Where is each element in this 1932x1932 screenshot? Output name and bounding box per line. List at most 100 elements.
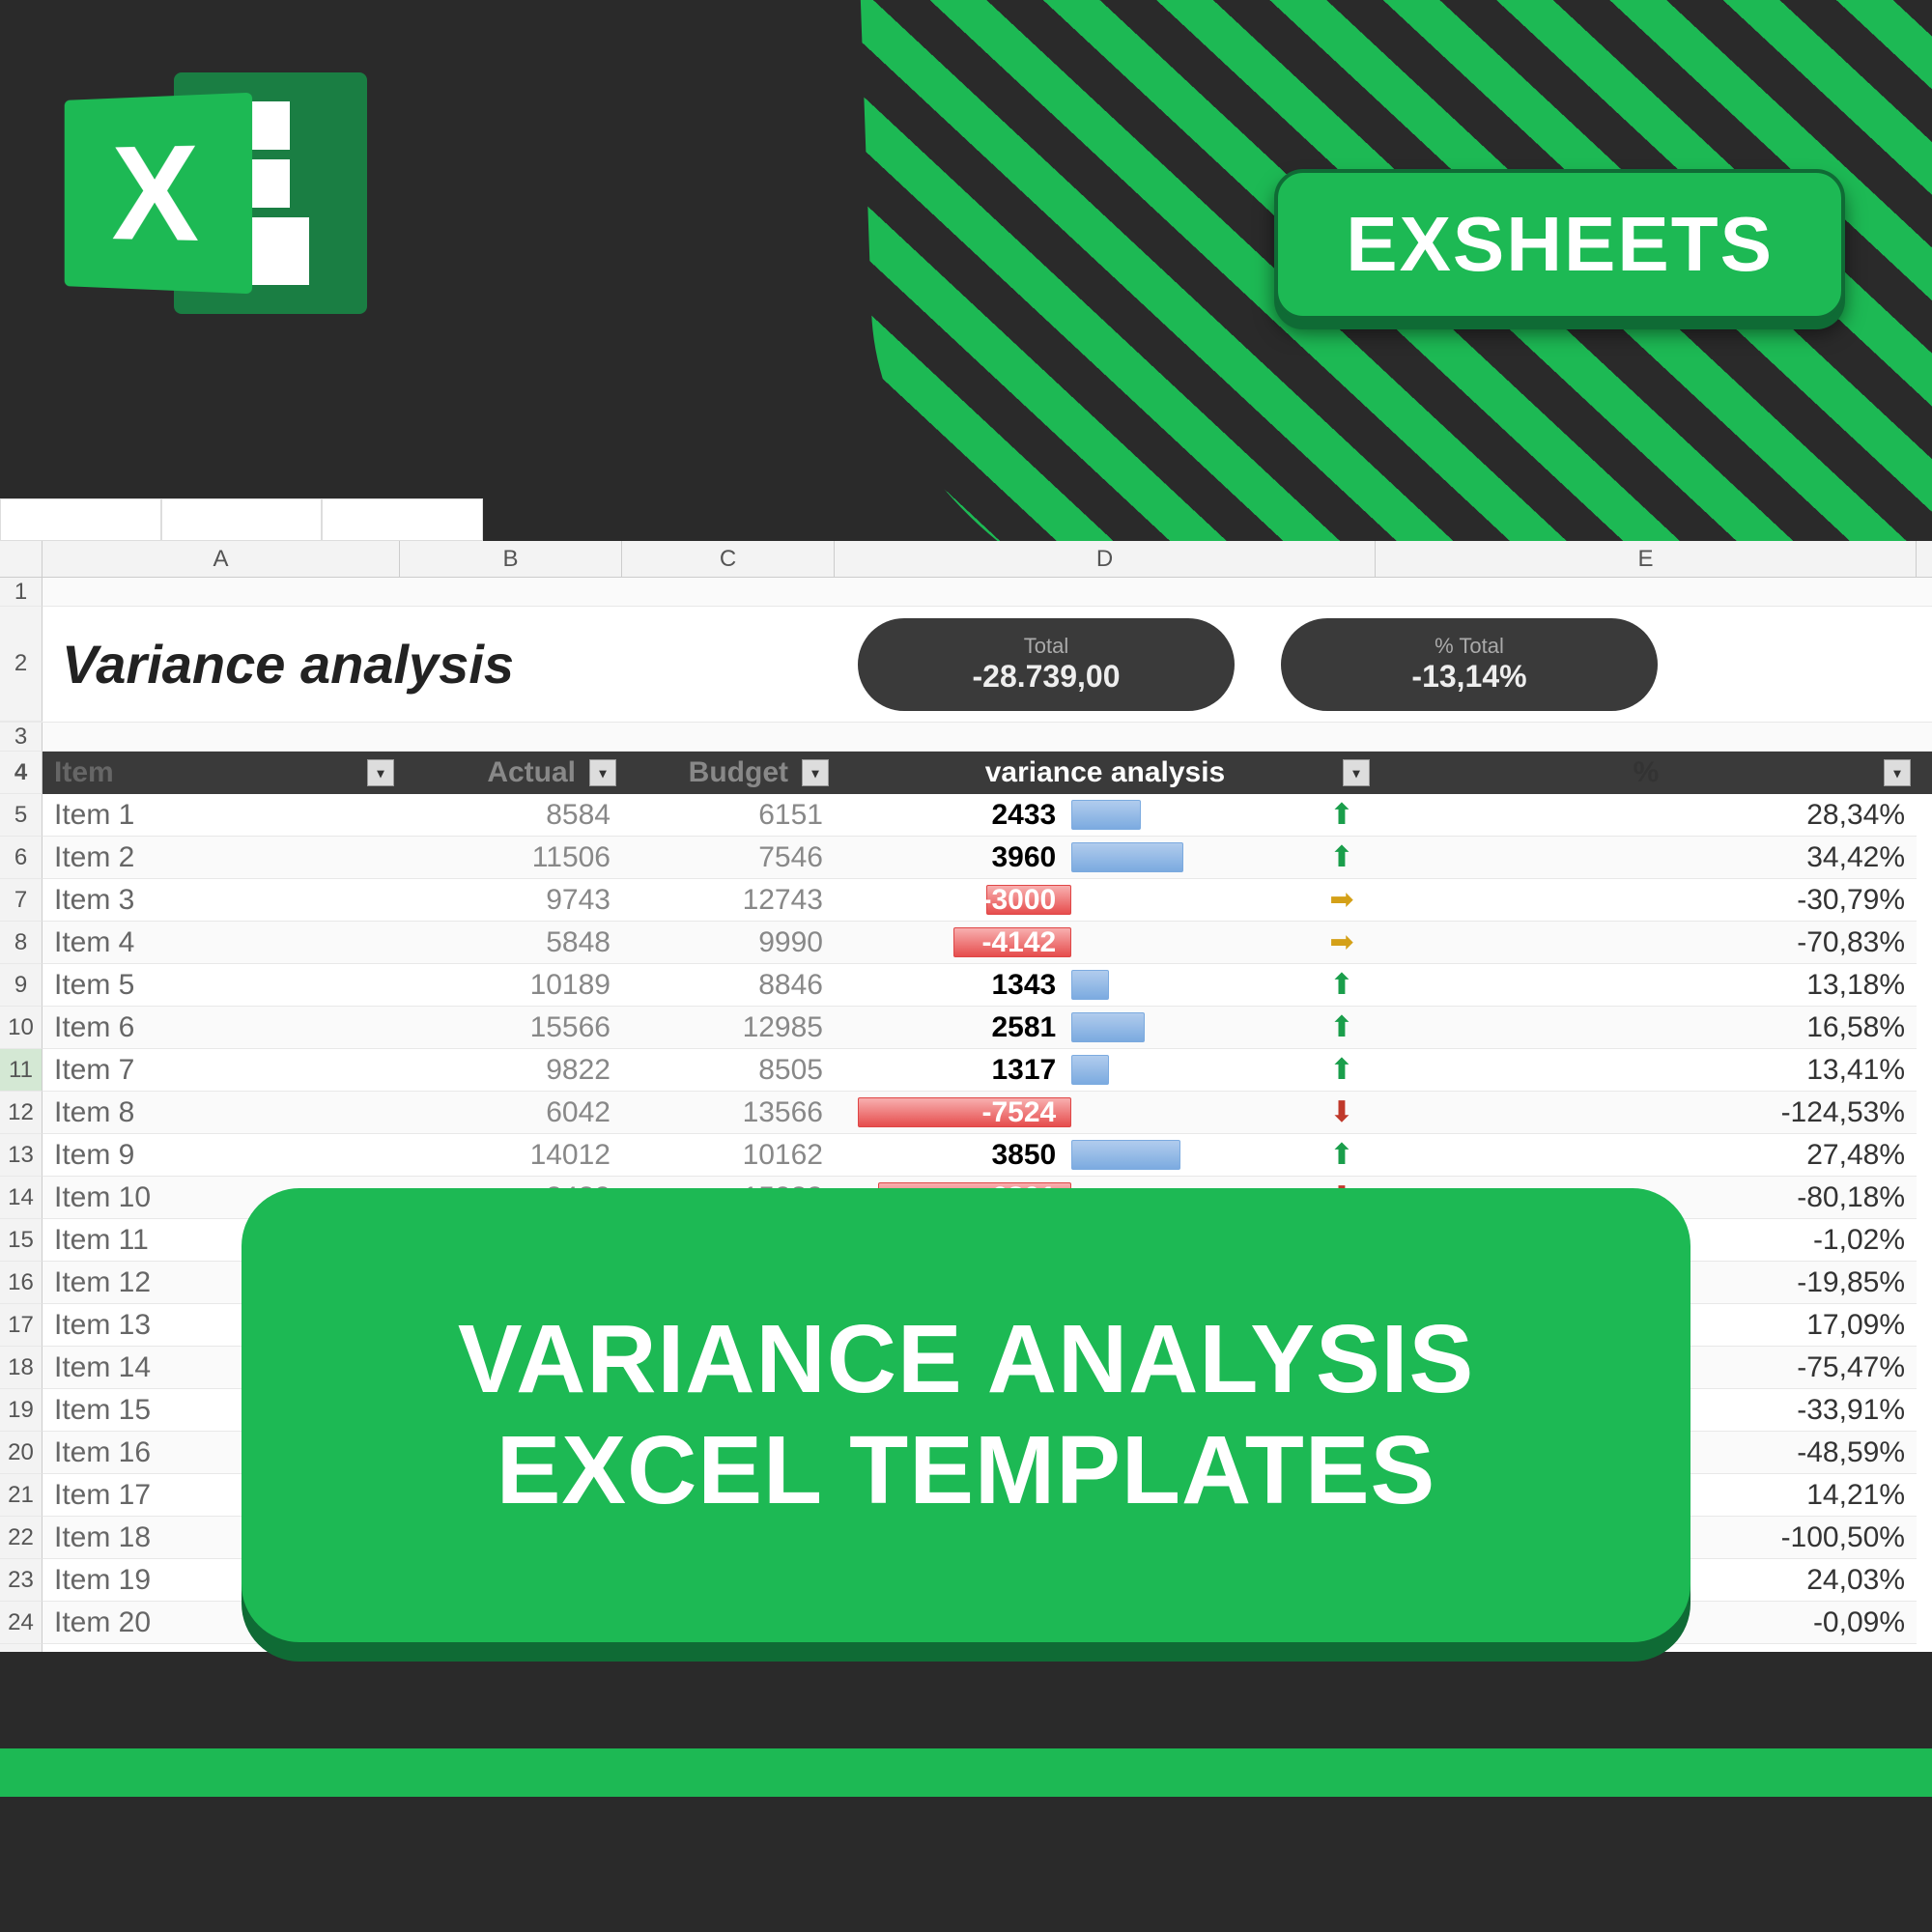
actual-cell[interactable]: 9743 xyxy=(400,879,622,922)
variance-bar xyxy=(1071,800,1141,830)
variance-cell[interactable] xyxy=(835,1644,1376,1652)
item-cell[interactable]: Item 3 xyxy=(43,879,400,922)
variance-cell[interactable]: -7524⬇ xyxy=(835,1092,1376,1134)
pct-cell[interactable]: 27,48% xyxy=(1376,1134,1917,1177)
row-number[interactable]: 10 xyxy=(0,1007,43,1049)
header-variance: variance analysis xyxy=(985,756,1226,789)
item-cell[interactable]: Item 4 xyxy=(43,922,400,964)
variance-cell[interactable]: -3000➡ xyxy=(835,879,1376,922)
budget-cell[interactable]: 10162 xyxy=(622,1134,835,1177)
row-number[interactable]: 15 xyxy=(0,1219,43,1262)
actual-cell[interactable]: 6042 xyxy=(400,1092,622,1134)
pct-cell[interactable]: -70,83% xyxy=(1376,922,1917,964)
budget-cell[interactable]: 12985 xyxy=(622,1007,835,1049)
budget-cell[interactable]: 9990 xyxy=(622,922,835,964)
actual-cell[interactable]: 10189 xyxy=(400,964,622,1007)
budget-cell[interactable]: 8846 xyxy=(622,964,835,1007)
header-budget: Budget xyxy=(689,756,788,789)
row-number[interactable]: 25 xyxy=(0,1644,43,1652)
row-number[interactable]: 6 xyxy=(0,837,43,879)
row-number[interactable]: 23 xyxy=(0,1559,43,1602)
actual-cell[interactable]: 5848 xyxy=(400,922,622,964)
pct-cell[interactable]: 2,23% xyxy=(1376,1644,1917,1652)
col-letter[interactable]: D xyxy=(835,541,1376,577)
row-number[interactable]: 8 xyxy=(0,922,43,964)
pct-cell[interactable]: 28,34% xyxy=(1376,794,1917,837)
filter-button[interactable]: ▾ xyxy=(1343,759,1370,786)
row-number[interactable]: 7 xyxy=(0,879,43,922)
arrow-up-icon: ⬆ xyxy=(1308,840,1376,874)
row-number[interactable]: 3 xyxy=(0,723,43,752)
item-cell[interactable]: Item 1 xyxy=(43,794,400,837)
budget-cell[interactable]: 8505 xyxy=(622,1049,835,1092)
row-number[interactable]: 11 xyxy=(0,1049,43,1092)
variance-cell[interactable]: 1343⬆ xyxy=(835,964,1376,1007)
pct-cell[interactable]: -124,53% xyxy=(1376,1092,1917,1134)
row-number[interactable]: 20 xyxy=(0,1432,43,1474)
item-cell[interactable]: Item 9 xyxy=(43,1134,400,1177)
row-number[interactable]: 18 xyxy=(0,1347,43,1389)
col-letter[interactable]: A xyxy=(43,541,400,577)
row-number[interactable]: 4 xyxy=(0,752,43,794)
actual-cell[interactable]: 8584 xyxy=(400,794,622,837)
row-number[interactable]: 9 xyxy=(0,964,43,1007)
item-cell[interactable]: Item 2 xyxy=(43,837,400,879)
variance-cell[interactable]: 2581⬆ xyxy=(835,1007,1376,1049)
variance-value: 3960 xyxy=(985,841,1062,874)
filter-button[interactable]: ▾ xyxy=(589,759,616,786)
table-row: 7Item 3974312743-3000➡-30,79% xyxy=(0,879,1932,922)
row-number[interactable]: 12 xyxy=(0,1092,43,1134)
pct-cell[interactable]: 13,18% xyxy=(1376,964,1917,1007)
actual-cell[interactable]: 11506 xyxy=(400,837,622,879)
filter-button[interactable]: ▾ xyxy=(367,759,394,786)
row-number[interactable]: 13 xyxy=(0,1134,43,1177)
variance-cell[interactable]: 3960 ⬆ xyxy=(835,837,1376,879)
filter-button[interactable]: ▾ xyxy=(802,759,829,786)
item-cell[interactable]: Item 7 xyxy=(43,1049,400,1092)
variance-cell[interactable]: 1317⬆ xyxy=(835,1049,1376,1092)
table-row: 10Item 615566129852581⬆16,58% xyxy=(0,1007,1932,1049)
pct-cell[interactable]: 34,42% xyxy=(1376,837,1917,879)
row-number[interactable]: 1 xyxy=(0,578,43,607)
title-row: 2 Variance analysis Total -28.739,00 % T… xyxy=(0,607,1932,723)
actual-cell[interactable] xyxy=(400,1644,622,1652)
pct-cell[interactable]: -30,79% xyxy=(1376,879,1917,922)
row-number[interactable]: 19 xyxy=(0,1389,43,1432)
filter-button[interactable]: ▾ xyxy=(1884,759,1911,786)
pct-cell[interactable]: 16,58% xyxy=(1376,1007,1917,1049)
pct-total-pill: % Total -13,14% xyxy=(1281,618,1658,711)
row-number[interactable]: 21 xyxy=(0,1474,43,1517)
variance-cell[interactable]: 2433⬆ xyxy=(835,794,1376,837)
budget-cell[interactable]: 13566 xyxy=(622,1092,835,1134)
budget-cell[interactable]: 6151 xyxy=(622,794,835,837)
budget-cell[interactable]: 12743 xyxy=(622,879,835,922)
budget-cell[interactable]: 7546 xyxy=(622,837,835,879)
col-letter[interactable]: B xyxy=(400,541,622,577)
item-cell[interactable]: Item 21 xyxy=(43,1644,400,1652)
row-number[interactable]: 16 xyxy=(0,1262,43,1304)
table-row: 9Item 51018988461343⬆13,18% xyxy=(0,964,1932,1007)
variance-bar xyxy=(1071,1012,1145,1042)
item-cell[interactable]: Item 8 xyxy=(43,1092,400,1134)
row-number[interactable]: 24 xyxy=(0,1602,43,1644)
item-cell[interactable]: Item 5 xyxy=(43,964,400,1007)
total-value: -28.739,00 xyxy=(972,659,1120,695)
header-pct: % xyxy=(1634,756,1660,789)
item-cell[interactable]: Item 6 xyxy=(43,1007,400,1049)
actual-cell[interactable]: 15566 xyxy=(400,1007,622,1049)
pct-cell[interactable]: 13,41% xyxy=(1376,1049,1917,1092)
row-number[interactable]: 14 xyxy=(0,1177,43,1219)
row-number[interactable]: 2 xyxy=(0,607,43,722)
budget-cell[interactable] xyxy=(622,1644,835,1652)
variance-cell[interactable]: -4142➡ xyxy=(835,922,1376,964)
actual-cell[interactable]: 14012 xyxy=(400,1134,622,1177)
variance-value: 2581 xyxy=(985,1011,1062,1044)
row-number[interactable]: 17 xyxy=(0,1304,43,1347)
col-letter[interactable]: C xyxy=(622,541,835,577)
actual-cell[interactable]: 9822 xyxy=(400,1049,622,1092)
col-letter[interactable]: E xyxy=(1376,541,1917,577)
row-number[interactable]: 22 xyxy=(0,1517,43,1559)
variance-cell[interactable]: 3850⬆ xyxy=(835,1134,1376,1177)
row-number[interactable]: 5 xyxy=(0,794,43,837)
excel-logo-letter: X xyxy=(112,113,200,272)
